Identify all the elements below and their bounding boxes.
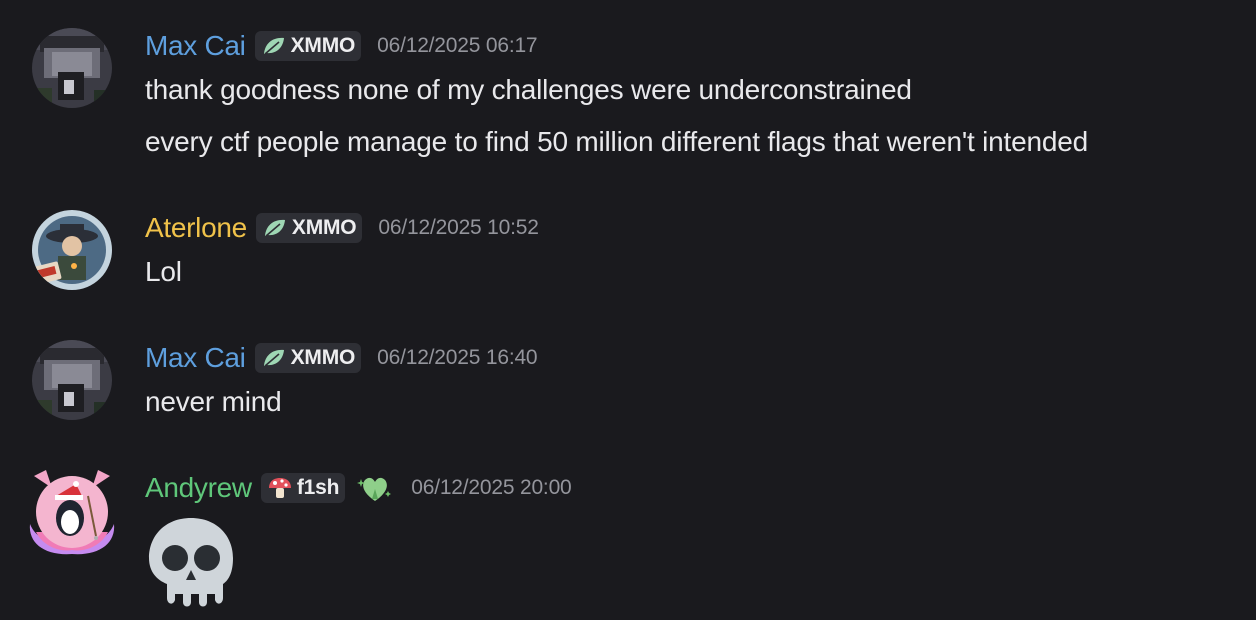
leaf-icon <box>263 37 284 55</box>
avatar[interactable] <box>32 28 112 108</box>
server-tag[interactable]: XMMO <box>254 31 362 61</box>
mushroom-icon <box>268 478 291 498</box>
username[interactable]: Max Cai <box>145 28 246 64</box>
timestamp: 06/12/2025 06:17 <box>377 34 538 57</box>
chat-messages: Max Cai XMMO 06/12/2025 06:17 thank good… <box>0 0 1256 620</box>
server-tag[interactable]: XMMO <box>255 213 363 243</box>
message-header: Max Cai XMMO 06/12/2025 06:17 <box>145 28 538 64</box>
username[interactable]: Aterlone <box>145 210 247 246</box>
message-text: every ctf people manage to find 50 milli… <box>145 126 1088 157</box>
avatar[interactable] <box>26 466 118 558</box>
server-tag-label: XMMO <box>291 216 357 239</box>
message-header: Aterlone XMMO 06/12/2025 10:52 <box>145 210 539 246</box>
server-tag-label: XMMO <box>290 346 356 369</box>
username[interactable]: Max Cai <box>145 340 246 376</box>
message-text: never mind <box>145 386 282 417</box>
timestamp: 06/12/2025 10:52 <box>378 216 539 239</box>
server-tag[interactable]: XMMO <box>254 343 362 373</box>
avatar[interactable] <box>32 210 112 290</box>
timestamp: 06/12/2025 16:40 <box>377 346 538 369</box>
message-header: Max Cai XMMO 06/12/2025 16:40 <box>145 340 538 376</box>
timestamp: 06/12/2025 20:00 <box>411 476 572 499</box>
avatar[interactable] <box>32 340 112 420</box>
green-heart-sparkle-icon[interactable] <box>355 471 395 505</box>
server-tag-label: XMMO <box>290 34 356 57</box>
username[interactable]: Andyrew <box>145 470 252 506</box>
message-text: thank goodness none of my challenges wer… <box>145 74 912 105</box>
leaf-icon <box>263 349 284 367</box>
message-header: Andyrew f1sh 06/12/2025 20:00 <box>145 470 572 506</box>
leaf-icon <box>264 219 285 237</box>
server-tag-label: f1sh <box>296 476 340 499</box>
message-text: Lol <box>145 256 182 287</box>
skull-emoji <box>145 514 237 608</box>
server-tag[interactable]: f1sh <box>260 473 346 503</box>
